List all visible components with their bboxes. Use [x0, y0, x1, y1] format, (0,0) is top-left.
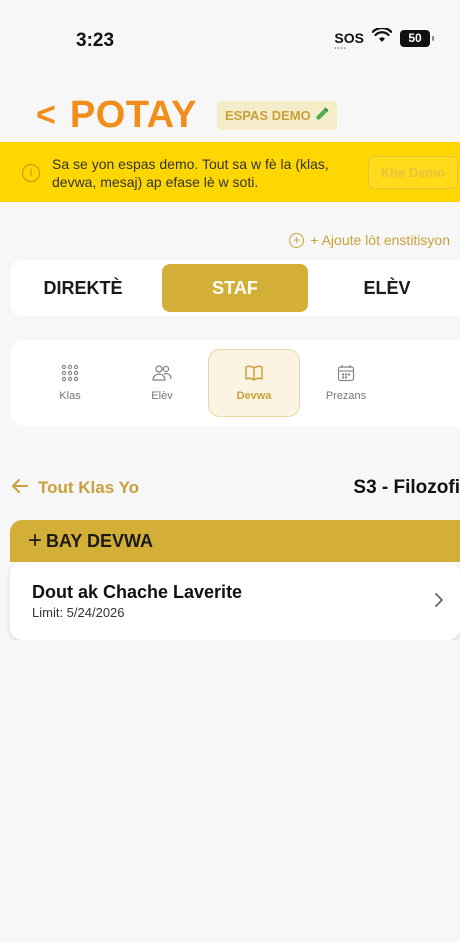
signal-dots: •••• — [334, 46, 347, 52]
banner-text: Sa se yon espas demo. Tout sa w fè la (k… — [52, 156, 329, 190]
homework-card[interactable]: Dout ak Chache Laverite Limit: 5/24/2026 — [10, 562, 460, 640]
arrow-left-icon — [12, 478, 28, 498]
nav-item-devwa[interactable]: Devwa — [208, 349, 300, 417]
tab-direkte[interactable]: DIREKTÈ — [10, 264, 156, 312]
nav-label: Elèv — [151, 390, 173, 402]
plus-circle-icon: + — [289, 232, 305, 248]
assign-homework-button[interactable]: + BAY DEVWA — [10, 520, 460, 562]
nav-item-prezans[interactable]: Prezans — [300, 349, 392, 417]
back-to-classes-link[interactable]: Tout Klas Yo — [12, 478, 139, 498]
status-icons: SOS •••• 50 — [334, 26, 434, 52]
breadcrumb: Tout Klas Yo S3 - Filozofi — [12, 476, 460, 500]
class-name: S3 - Filozofi — [353, 477, 460, 498]
nav-item-elev[interactable]: Elèv — [116, 349, 208, 417]
status-bar: 3:23 SOS •••• 50 — [0, 0, 460, 80]
battery-indicator: 50 — [400, 29, 434, 47]
homework-title: Dout ak Chache Laverite — [32, 582, 243, 602]
nav-item-klas[interactable]: Klas — [24, 349, 116, 417]
info-icon: i — [22, 164, 40, 182]
add-institution-link[interactable]: + + Ajoute lòt enstitisyon — [289, 232, 450, 248]
assign-homework-label: BAY DEVWA — [46, 530, 154, 551]
chevron-right-icon — [434, 588, 444, 614]
calendar-icon — [337, 364, 355, 382]
homework-limit: Limit: 5/24/2026 — [32, 605, 125, 620]
sos-label: SOS — [334, 30, 364, 46]
grid-dots-icon — [61, 364, 79, 382]
app-header: < POTAY ESPAS DEMO — [36, 90, 337, 140]
book-icon — [244, 364, 264, 382]
demo-banner: i Sa se yon espas demo. Tout sa w fè la … — [0, 142, 460, 202]
demo-badge: ESPAS DEMO — [216, 100, 337, 130]
back-chevron-icon[interactable]: < — [36, 98, 56, 132]
plus-icon: + — [28, 527, 43, 554]
leave-demo-button[interactable]: Kite Demo — [367, 156, 458, 189]
status-time: 3:23 — [76, 30, 115, 51]
add-institution-label: + Ajoute lòt enstitisyon — [310, 232, 450, 248]
users-icon — [152, 364, 172, 382]
app-title: POTAY — [69, 93, 197, 136]
nav-label: Prezans — [325, 390, 367, 402]
back-to-classes-label: Tout Klas Yo — [38, 478, 140, 497]
sos-indicator: SOS •••• — [334, 30, 364, 52]
nav-label: Devwa — [236, 390, 272, 402]
test-tube-icon — [315, 106, 329, 124]
content-area — [10, 640, 460, 942]
role-tabs: DIREKTÈ STAF ELÈV — [10, 260, 460, 316]
nav-label: Klas — [59, 390, 81, 402]
demo-badge-label: ESPAS DEMO — [224, 107, 311, 123]
tab-elev[interactable]: ELÈV — [314, 264, 460, 312]
tab-staf[interactable]: STAF — [162, 264, 308, 312]
section-nav: Klas Elèv Devwa Prezans — [10, 340, 460, 426]
wifi-icon — [371, 26, 393, 48]
